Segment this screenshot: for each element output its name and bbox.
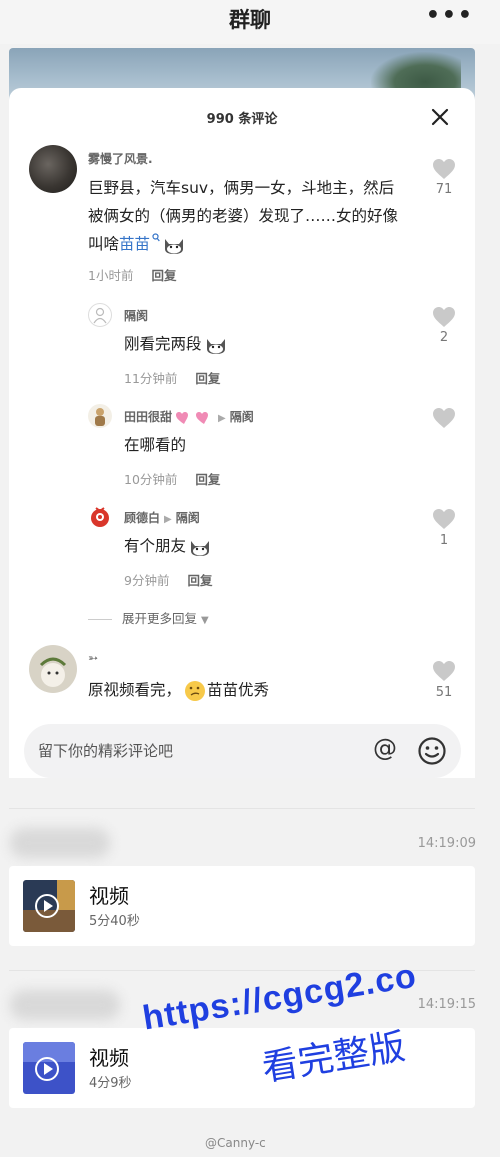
heart-icon[interactable]: [432, 306, 456, 328]
reply-target[interactable]: 隔阂: [176, 511, 200, 525]
comment-text: 原视频看完， 苗苗优秀: [88, 676, 269, 704]
video-duration: 4分9秒: [89, 1076, 132, 1091]
reply-username: 田田很甜 ▶ 隔阂: [124, 408, 254, 426]
reply-arrow-icon: ▶: [218, 413, 226, 424]
cat-emoji-icon: [191, 540, 210, 556]
comment-text: 巨野县，汽车suv，俩男一女，斗地主，然后被俩女的（俩男的老婆）发现了……女的好…: [88, 174, 408, 258]
reply-text: 刚看完两段: [124, 330, 228, 358]
reply-text-body: 有个朋友: [124, 537, 187, 555]
avatar[interactable]: [88, 505, 112, 529]
reply-author[interactable]: 田田很甜: [124, 410, 172, 424]
hearts-emoji-icon: [176, 411, 209, 424]
comment-time: 1小时前: [88, 268, 134, 283]
top-bar: 群聊 •••: [0, 0, 500, 44]
reply-author[interactable]: 顾德白: [124, 511, 160, 525]
heart-icon[interactable]: [432, 158, 456, 180]
reply-username[interactable]: 隔阂: [124, 307, 148, 324]
avatar[interactable]: [29, 645, 77, 693]
mention-icon[interactable]: @: [373, 734, 397, 762]
weibo-watermark: @Canny-c: [205, 1136, 266, 1150]
comment-input-placeholder: 留下你的精彩评论吧: [38, 742, 174, 760]
reply-button[interactable]: 回复: [195, 472, 220, 487]
reply-button[interactable]: 回复: [187, 573, 212, 588]
comment-username[interactable]: 雾慢了风景.: [88, 150, 153, 167]
like-count: 71: [435, 182, 453, 197]
cat-emoji-icon: [165, 238, 184, 254]
comment-text-body: 原视频看完，: [88, 681, 182, 699]
search-icon: [152, 233, 160, 242]
like-count: 2: [439, 330, 449, 345]
avatar[interactable]: [29, 145, 77, 193]
reply-time: 11分钟前: [124, 371, 178, 386]
more-icon[interactable]: •••: [426, 3, 474, 28]
blurred-sender: [10, 828, 110, 858]
heart-icon[interactable]: [432, 407, 456, 429]
reply-target[interactable]: 隔阂: [230, 410, 254, 424]
reply-button[interactable]: 回复: [151, 268, 176, 283]
reply-meta: 9分钟前 回复: [124, 570, 212, 589]
like-count: 51: [435, 685, 453, 700]
reply-text: 在哪看的: [124, 436, 187, 454]
divider: [88, 619, 112, 620]
message-time: 14:19:15: [417, 997, 476, 1012]
thinking-emoji-icon: [185, 680, 206, 701]
video-title: 视频: [89, 1046, 129, 1070]
comment-input[interactable]: 留下你的精彩评论吧 @: [24, 724, 461, 778]
comment-meta: 1小时前 回复: [88, 265, 176, 284]
chevron-down-icon: ▼: [201, 615, 209, 626]
reply-username: 顾德白 ▶ 隔阂: [124, 509, 200, 526]
reply-text: 有个朋友: [124, 532, 212, 560]
close-icon[interactable]: [431, 108, 449, 126]
like-count: 1: [439, 533, 449, 548]
comment-count-title: 990 条评论: [206, 112, 278, 127]
reply-button[interactable]: 回复: [195, 371, 220, 386]
expand-label: 展开更多回复: [122, 611, 198, 626]
reply-time: 9分钟前: [124, 573, 170, 588]
reply-meta: 11分钟前 回复: [124, 368, 220, 387]
heart-icon[interactable]: [432, 508, 456, 530]
reply-text-body: 刚看完两段: [124, 335, 202, 353]
video-thumbnail: [23, 1042, 75, 1094]
reply-meta: 10分钟前 回复: [124, 469, 220, 488]
search-keyword-link[interactable]: 苗苗: [119, 235, 150, 253]
heart-icon[interactable]: [432, 660, 456, 682]
expand-more-replies[interactable]: 展开更多回复 ▼: [88, 608, 209, 627]
reply-time: 10分钟前: [124, 472, 178, 487]
blurred-sender: [10, 990, 120, 1020]
message-time: 14:19:09: [417, 836, 476, 851]
emoji-icon[interactable]: [417, 736, 447, 766]
cat-emoji-icon: [206, 338, 225, 354]
avatar[interactable]: [88, 404, 112, 428]
avatar[interactable]: [88, 303, 112, 327]
video-title: 视频: [89, 884, 129, 908]
video-message-card[interactable]: 视频 5分40秒: [9, 866, 475, 946]
video-duration: 5分40秒: [89, 914, 140, 929]
comment-username[interactable]: ➳: [88, 651, 98, 665]
comment-text-body: 苗苗优秀: [207, 681, 270, 699]
divider: [9, 808, 475, 809]
video-thumbnail: [23, 880, 75, 932]
reply-arrow-icon: ▶: [164, 514, 172, 525]
